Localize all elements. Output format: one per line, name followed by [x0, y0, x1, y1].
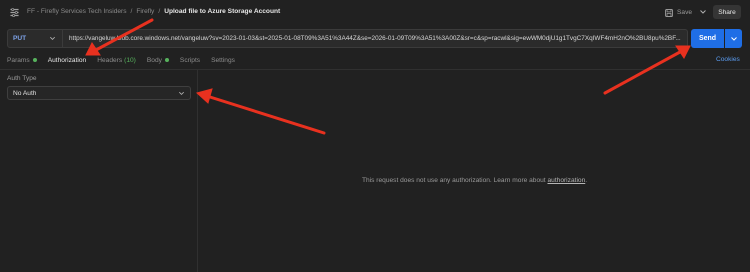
url-input[interactable]: https://vangeluw.blob.core.windows.net/v…	[63, 35, 683, 42]
panel-divider[interactable]	[197, 70, 198, 272]
headers-count: (10)	[124, 56, 136, 64]
tab-settings[interactable]: Settings	[211, 53, 235, 67]
top-bar: FF - Firefly Services Tech Insiders / Fi…	[0, 0, 750, 26]
no-auth-message: This request does not use any authorizat…	[362, 177, 587, 184]
method-select[interactable]: PUT	[8, 30, 63, 47]
tab-label: Params	[7, 56, 30, 64]
method-label: PUT	[13, 35, 27, 42]
url-bar: PUT https://vangeluw.blob.core.windows.n…	[7, 29, 688, 48]
auth-type-label: Auth Type	[7, 75, 37, 82]
arrow-to-auth-select	[208, 95, 326, 135]
tab-body[interactable]: Body	[147, 53, 169, 67]
tab-label: Body	[146, 56, 162, 64]
auth-type-select[interactable]: No Auth	[7, 86, 191, 100]
auth-type-value: No Auth	[13, 89, 37, 97]
divider	[0, 69, 750, 70]
tab-label: Settings	[211, 56, 235, 64]
breadcrumb-separator: /	[158, 8, 161, 15]
message-text: This request does not use any authorizat…	[362, 177, 548, 184]
authorization-docs-link[interactable]: authorization	[547, 177, 585, 184]
chevron-down-icon	[179, 91, 184, 95]
send-options-button[interactable]	[725, 29, 742, 48]
save-icon	[665, 8, 673, 17]
save-label: Save	[677, 9, 693, 16]
chevron-down-icon	[50, 36, 55, 40]
breadcrumb: FF - Firefly Services Tech Insiders / Fi…	[27, 8, 280, 15]
save-button[interactable]: Save	[665, 6, 692, 19]
request-title[interactable]: Upload file to Azure Storage Account	[164, 8, 280, 15]
tab-label: Authorization	[47, 56, 87, 64]
indicator-dot	[32, 58, 37, 62]
message-end: .	[585, 177, 588, 184]
tab-label: Headers	[97, 56, 123, 64]
tab-scripts[interactable]: Scripts	[180, 53, 200, 67]
cookies-link[interactable]: Cookies	[716, 56, 740, 63]
chevron-down-icon[interactable]	[699, 7, 707, 17]
breadcrumb-separator: /	[130, 8, 133, 15]
chevron-down-icon	[730, 36, 737, 41]
indicator-dot	[164, 58, 169, 62]
tab-authorization[interactable]: Authorization	[47, 53, 87, 70]
arrow-head	[195, 88, 213, 104]
tab-headers[interactable]: Headers (10)	[97, 53, 136, 67]
breadcrumb-folder[interactable]: Firefly	[136, 8, 154, 15]
tab-label: Scripts	[179, 56, 201, 64]
arrow-to-send-button	[603, 50, 682, 95]
share-button[interactable]: Share	[713, 5, 741, 19]
breadcrumb-workspace[interactable]: FF - Firefly Services Tech Insiders	[27, 8, 127, 15]
tab-params[interactable]: Params	[7, 53, 37, 67]
api-icon	[10, 8, 19, 17]
request-tabs: Params Authorization Headers (10) Body S…	[7, 53, 235, 70]
send-button[interactable]: Send	[691, 29, 724, 48]
